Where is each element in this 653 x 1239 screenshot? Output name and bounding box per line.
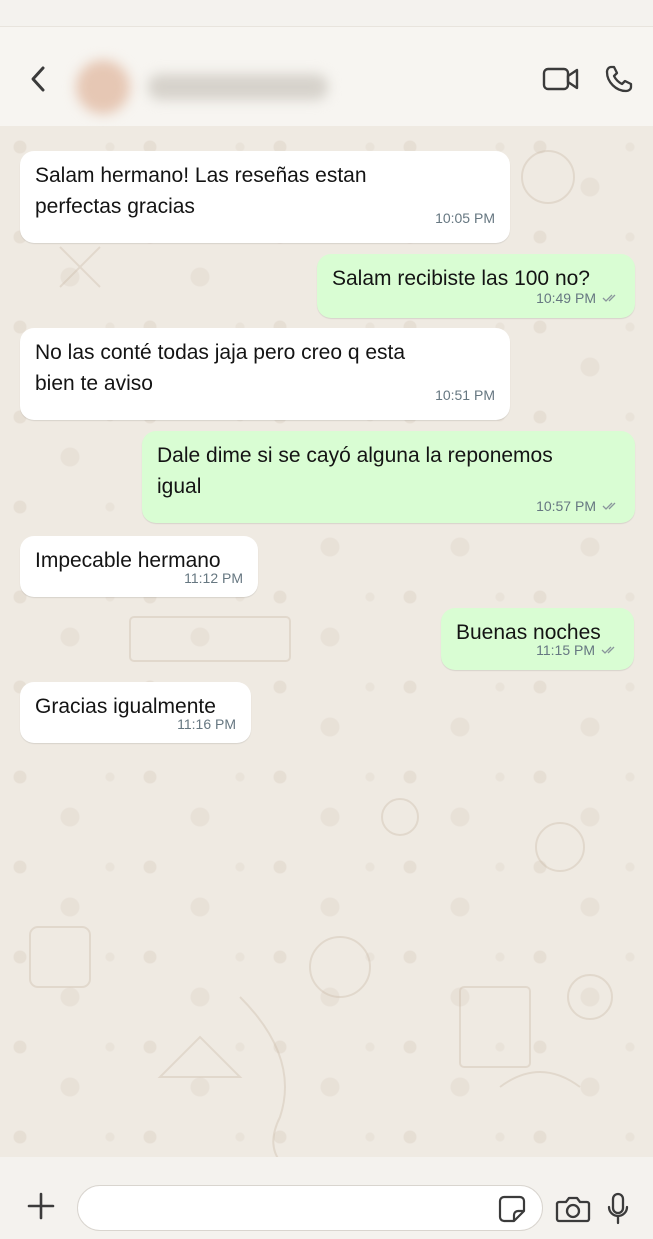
message-composer [0, 1157, 653, 1239]
message-input[interactable] [77, 1185, 543, 1231]
contact-name [148, 74, 328, 100]
message-time: 10:51 PM [435, 387, 495, 403]
double-check-icon [601, 645, 619, 655]
video-camera-icon [542, 67, 579, 91]
message-time: 11:16 PM [177, 716, 236, 732]
message-text-line: Salam hermano! Las reseñas estan [35, 164, 367, 187]
message-time: 11:15 PM [536, 642, 595, 658]
sticker-icon [498, 1195, 526, 1223]
message-bubble-incoming[interactable]: No las conté todas jaja pero creo q esta… [20, 328, 510, 420]
message-bubble-outgoing[interactable]: Salam recibiste las 100 no? 10:49 PM [317, 254, 635, 318]
message-bubble-outgoing[interactable]: Dale dime si se cayó alguna la reponemos… [142, 431, 635, 523]
message-time: 10:49 PM [536, 290, 596, 306]
plus-icon [27, 1192, 55, 1220]
microphone-icon [607, 1192, 629, 1225]
message-time: 10:57 PM [536, 498, 596, 514]
chevron-left-icon [31, 66, 45, 92]
message-bubble-incoming[interactable]: Gracias igualmente 11:16 PM [20, 682, 251, 743]
contact-info[interactable] [64, 45, 340, 129]
camera-button[interactable] [553, 1193, 593, 1225]
double-check-icon [602, 501, 620, 511]
chat-area[interactable]: Salam hermano! Las reseñas estan perfect… [0, 127, 653, 1157]
phone-icon [605, 65, 633, 93]
chat-header [0, 26, 653, 126]
message-bubble-incoming[interactable]: Salam hermano! Las reseñas estan perfect… [20, 151, 510, 243]
message-text-line: No las conté todas jaja pero creo q esta [35, 341, 406, 364]
microphone-button[interactable] [603, 1189, 633, 1229]
message-time: 10:05 PM [435, 210, 495, 226]
double-check-icon [602, 293, 620, 303]
voice-call-button[interactable] [600, 61, 638, 97]
back-button[interactable] [22, 61, 54, 97]
message-time: 11:12 PM [184, 570, 243, 586]
message-text-line: Dale dime si se cayó alguna la reponemos [157, 444, 553, 467]
sticker-button[interactable] [497, 1194, 527, 1224]
camera-icon [555, 1196, 591, 1223]
status-bar [0, 0, 653, 26]
avatar [76, 60, 130, 114]
message-bubble-incoming[interactable]: Impecable hermano 11:12 PM [20, 536, 258, 597]
attach-button[interactable] [22, 1187, 60, 1225]
message-bubble-outgoing[interactable]: Buenas noches 11:15 PM [441, 608, 634, 670]
video-call-button[interactable] [540, 63, 582, 95]
